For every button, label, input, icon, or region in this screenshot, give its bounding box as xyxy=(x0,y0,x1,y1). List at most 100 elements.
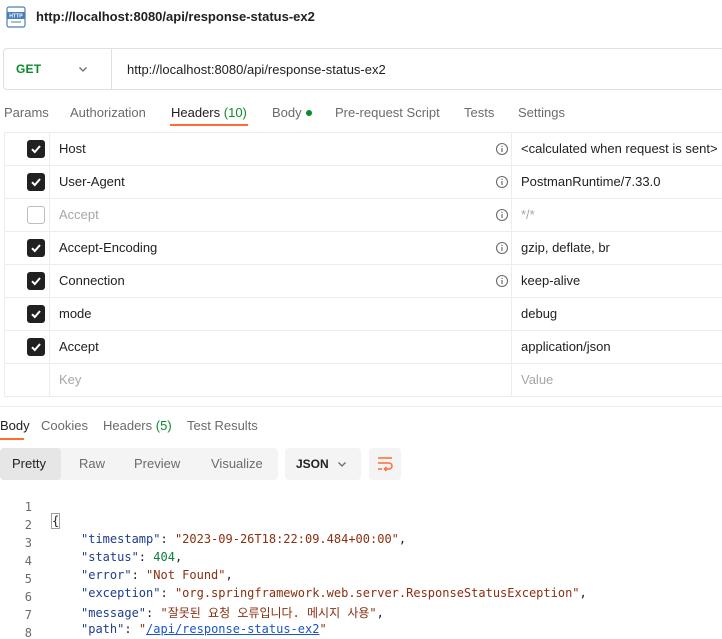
check-icon xyxy=(31,310,41,319)
check-icon xyxy=(31,277,41,286)
code-line: 3 "status": 404, xyxy=(0,522,722,564)
header-value[interactable]: keep-alive xyxy=(521,273,580,288)
tab-label: Headers xyxy=(103,418,153,433)
header-row: Accept */* xyxy=(4,199,722,232)
format-select[interactable]: JSON xyxy=(285,448,361,480)
header-key[interactable]: mode xyxy=(59,306,92,321)
column-divider xyxy=(511,298,512,330)
tab-count: (5) xyxy=(155,418,172,433)
line-number: 8 xyxy=(24,626,32,639)
checkbox-cell xyxy=(4,232,50,264)
header-value[interactable]: PostmanRuntime/7.33.0 xyxy=(521,174,660,189)
active-tab-indicator xyxy=(0,438,24,440)
column-divider xyxy=(511,199,512,231)
header-key[interactable]: User-Agent xyxy=(59,174,125,189)
checkbox-cell xyxy=(4,166,50,198)
view-mode-preview[interactable]: Preview xyxy=(134,456,180,471)
header-value[interactable]: debug xyxy=(521,306,557,321)
header-row: Accept-Encoding gzip, deflate, br xyxy=(4,232,722,265)
wrap-lines-icon xyxy=(378,457,393,472)
header-checkbox[interactable] xyxy=(27,338,45,356)
new-header-key-input[interactable]: Key xyxy=(59,372,81,387)
svg-text:HTTP: HTTP xyxy=(9,14,23,20)
info-icon[interactable] xyxy=(495,241,509,255)
tab-pre-request-script[interactable]: Pre-request Script xyxy=(335,105,440,120)
header-row: Connection keep-alive xyxy=(4,265,722,298)
tab-label: Params xyxy=(4,105,49,120)
code-line: 4 "error": "Not Found", xyxy=(0,540,722,582)
tab-body[interactable]: Body xyxy=(272,105,312,120)
code-line: 7 "path": "/api/response-status-ex2" xyxy=(0,594,722,636)
tab-authorization[interactable]: Authorization xyxy=(70,105,146,120)
active-tab-indicator xyxy=(170,124,248,126)
info-icon[interactable] xyxy=(495,142,509,156)
header-row: Host <calculated when request is sent> xyxy=(4,133,722,166)
header-value[interactable]: gzip, deflate, br xyxy=(521,240,610,255)
format-label: JSON xyxy=(296,457,329,471)
tab-label: Body xyxy=(272,105,302,120)
url-input[interactable]: http://localhost:8080/api/response-statu… xyxy=(127,62,386,77)
response-divider xyxy=(0,406,722,407)
header-key[interactable]: Connection xyxy=(59,273,125,288)
response-tab-test-results[interactable]: Test Results xyxy=(187,418,258,433)
header-key[interactable]: Host xyxy=(59,141,86,156)
header-row: User-Agent PostmanRuntime/7.33.0 xyxy=(4,166,722,199)
header-value[interactable]: <calculated when request is sent> xyxy=(521,141,718,156)
column-divider xyxy=(511,364,512,396)
url-bar: GET http://localhost:8080/api/response-s… xyxy=(3,48,722,90)
info-icon[interactable] xyxy=(495,175,509,189)
tab-settings[interactable]: Settings xyxy=(518,105,565,120)
header-row: mode debug xyxy=(4,298,722,331)
response-tab-body[interactable]: Body xyxy=(0,418,30,433)
view-mode-visualize[interactable]: Visualize xyxy=(211,456,263,471)
code-line: 6 "message": "잘못된 요청 오류입니다. 메시지 사용", xyxy=(0,576,722,620)
check-icon xyxy=(31,178,41,187)
header-value[interactable]: application/json xyxy=(521,339,611,354)
header-key[interactable]: Accept xyxy=(59,207,99,222)
view-mode-group: Pretty Raw Preview Visualize xyxy=(0,448,278,480)
http-file-icon: HTTP xyxy=(6,6,26,28)
response-body-editor[interactable]: 1 { 2 "timestamp": "2023-09-26T18:22:09.… xyxy=(0,484,722,639)
column-divider xyxy=(511,133,512,165)
header-value[interactable]: */* xyxy=(521,207,535,222)
headers-table: Host <calculated when request is sent> U… xyxy=(4,132,722,397)
check-icon xyxy=(31,244,41,253)
tab-label: Headers xyxy=(171,105,221,120)
header-key[interactable]: Accept xyxy=(59,339,99,354)
header-checkbox[interactable] xyxy=(27,140,45,158)
code-line: 8 } xyxy=(0,612,722,639)
info-icon[interactable] xyxy=(495,274,509,288)
header-row: Accept application/json xyxy=(4,331,722,364)
code-line: 1 { xyxy=(0,486,722,529)
method-select[interactable]: GET xyxy=(4,49,112,89)
tab-tests[interactable]: Tests xyxy=(464,105,494,120)
header-checkbox[interactable] xyxy=(27,305,45,323)
checkbox-cell xyxy=(4,199,50,231)
header-checkbox[interactable] xyxy=(27,272,45,290)
response-tab-cookies[interactable]: Cookies xyxy=(41,418,88,433)
response-tab-headers[interactable]: Headers (5) xyxy=(103,418,172,433)
column-divider xyxy=(511,331,512,363)
chevron-down-icon xyxy=(338,462,346,467)
header-checkbox[interactable] xyxy=(27,173,45,191)
code-line: 2 "timestamp": "2023-09-26T18:22:09.484+… xyxy=(0,504,722,546)
check-icon xyxy=(31,145,41,154)
checkbox-cell xyxy=(4,331,50,363)
column-divider xyxy=(511,265,512,297)
tab-count: (10) xyxy=(223,105,247,120)
view-mode-pretty[interactable]: Pretty xyxy=(12,456,46,471)
tab-headers[interactable]: Headers (10) xyxy=(171,105,247,120)
wrap-lines-button[interactable] xyxy=(369,448,401,480)
header-key[interactable]: Accept-Encoding xyxy=(59,240,157,255)
new-header-row: Key Value xyxy=(4,364,722,397)
info-icon[interactable] xyxy=(495,208,509,222)
tab-label: Pre-request Script xyxy=(335,105,440,120)
response-tabs: Body Cookies Headers (5) Test Results xyxy=(0,408,722,440)
new-header-value-input[interactable]: Value xyxy=(521,372,553,387)
tab-title[interactable]: http://localhost:8080/api/response-statu… xyxy=(36,9,315,24)
view-mode-raw[interactable]: Raw xyxy=(79,456,105,471)
column-divider xyxy=(511,166,512,198)
header-checkbox[interactable] xyxy=(27,206,45,224)
tab-params[interactable]: Params xyxy=(4,105,49,120)
header-checkbox[interactable] xyxy=(27,239,45,257)
